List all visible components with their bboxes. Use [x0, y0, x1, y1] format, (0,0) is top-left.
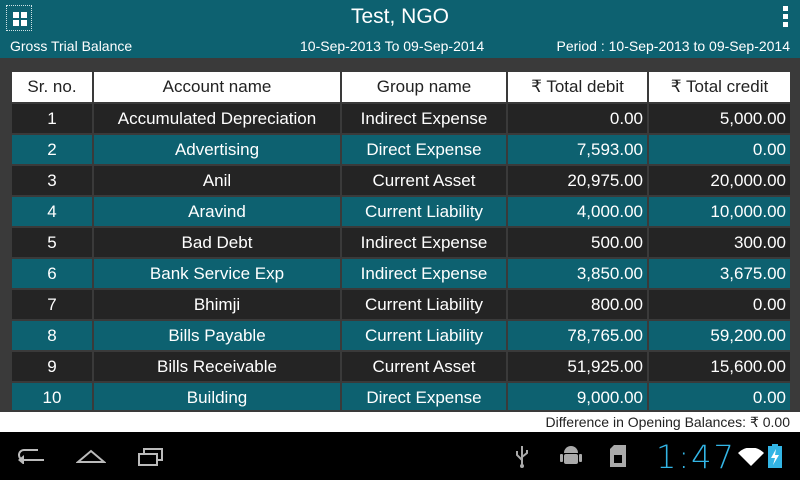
cell-group-name: Current Liability [340, 195, 508, 228]
table-row[interactable]: 6 Bank Service Exp Indirect Expense 3,850.0… [10, 257, 790, 290]
cell-total-credit: 5,000.00 [647, 102, 790, 135]
cell-sr-no: 9 [10, 350, 94, 383]
cell-sr-no: 5 [10, 226, 94, 259]
footer-bar: Difference in Opening Balances: ₹ 0.00 [0, 412, 800, 432]
cell-total-credit: 0.00 [647, 133, 790, 166]
home-icon[interactable] [76, 448, 106, 464]
usb-icon [516, 446, 528, 468]
report-date-range: 10-Sep-2013 To 09-Sep-2014 [300, 38, 485, 54]
cell-total-credit: 3,675.00 [647, 257, 790, 290]
cell-sr-no: 10 [10, 381, 94, 410]
column-header-total-credit[interactable]: ₹ Total credit [647, 70, 790, 104]
cell-total-debit: 3,850.00 [506, 257, 649, 290]
cell-account-name: Bills Payable [92, 319, 342, 352]
cell-total-debit: 51,925.00 [506, 350, 649, 383]
cell-account-name: Anil [92, 164, 342, 197]
trial-balance-table: Sr. no. Account name Group name ₹ Total … [10, 70, 790, 410]
table-row[interactable]: 3 Anil Current Asset 20,975.00 20,000.00 [10, 164, 790, 197]
table-header-row: Sr. no. Account name Group name ₹ Total … [10, 70, 790, 104]
cell-group-name: Indirect Expense [340, 102, 508, 135]
column-header-sr-no[interactable]: Sr. no. [10, 70, 94, 104]
cell-sr-no: 7 [10, 288, 94, 321]
cell-total-debit: 9,000.00 [506, 381, 649, 410]
table-row[interactable]: 9 Bills Receivable Current Asset 51,925.00 1… [10, 350, 790, 383]
wifi-icon [738, 448, 764, 466]
cell-total-debit: 4,000.00 [506, 195, 649, 228]
cell-sr-no: 1 [10, 102, 94, 135]
cell-sr-no: 2 [10, 133, 94, 166]
table-row[interactable]: 2 Advertising Direct Expense 7,593.00 0.00 [10, 133, 790, 166]
cell-account-name: Bad Debt [92, 226, 342, 259]
cell-total-debit: 7,593.00 [506, 133, 649, 166]
cell-account-name: Bills Receivable [92, 350, 342, 383]
cell-sr-no: 8 [10, 319, 94, 352]
report-period: Period : 10-Sep-2013 to 09-Sep-2014 [556, 38, 791, 54]
cell-total-debit: 20,975.00 [506, 164, 649, 197]
cell-total-credit: 15,600.00 [647, 350, 790, 383]
action-bar: Test, NGO Gross Trial Balance 10-Sep-201… [0, 0, 800, 58]
cell-total-credit: 0.00 [647, 288, 790, 321]
column-header-group-name[interactable]: Group name [340, 70, 508, 104]
cell-group-name: Indirect Expense [340, 257, 508, 290]
difference-in-opening-balances: Difference in Opening Balances: ₹ 0.00 [545, 414, 790, 430]
status-clock: 1:47 [656, 438, 736, 476]
cell-total-debit: 800.00 [506, 288, 649, 321]
table-row[interactable]: 10 Building Direct Expense 9,000.00 0.00 [10, 381, 790, 410]
trial-balance-table-container[interactable]: Sr. no. Account name Group name ₹ Total … [10, 70, 790, 410]
cell-total-credit: 20,000.00 [647, 164, 790, 197]
cell-group-name: Direct Expense [340, 133, 508, 166]
cell-group-name: Direct Expense [340, 381, 508, 410]
cell-group-name: Current Asset [340, 164, 508, 197]
cell-group-name: Indirect Expense [340, 226, 508, 259]
column-header-total-debit[interactable]: ₹ Total debit [506, 70, 649, 104]
cell-sr-no: 6 [10, 257, 94, 290]
cell-total-debit: 500.00 [506, 226, 649, 259]
cell-total-credit: 59,200.00 [647, 319, 790, 352]
cell-account-name: Accumulated Depreciation [92, 102, 342, 135]
column-header-account-name[interactable]: Account name [92, 70, 342, 104]
table-row[interactable]: 5 Bad Debt Indirect Expense 500.00 300.00 [10, 226, 790, 259]
android-debug-icon [560, 446, 582, 464]
cell-account-name: Building [92, 381, 342, 410]
sd-card-icon [610, 445, 626, 467]
cell-sr-no: 4 [10, 195, 94, 228]
cell-account-name: Advertising [92, 133, 342, 166]
cell-account-name: Bank Service Exp [92, 257, 342, 290]
cell-sr-no: 3 [10, 164, 94, 197]
cell-total-credit: 10,000.00 [647, 195, 790, 228]
cell-total-credit: 0.00 [647, 381, 790, 410]
cell-account-name: Bhimji [92, 288, 342, 321]
table-row[interactable]: 8 Bills Payable Current Liability 78,765.00… [10, 319, 790, 352]
company-title: Test, NGO [350, 5, 450, 28]
battery-charging-icon [768, 444, 782, 468]
system-navigation-bar: 1:47 [0, 432, 800, 480]
report-content: Sr. no. Account name Group name ₹ Total … [0, 58, 800, 432]
cell-group-name: Current Asset [340, 350, 508, 383]
report-name: Gross Trial Balance [10, 38, 133, 54]
cell-total-credit: 300.00 [647, 226, 790, 259]
cell-total-debit: 0.00 [506, 102, 649, 135]
table-row[interactable]: 4 Aravind Current Liability 4,000.00 10,000.… [10, 195, 790, 228]
recent-apps-icon[interactable] [138, 448, 164, 466]
back-icon[interactable] [16, 448, 46, 464]
overflow-menu-icon[interactable] [780, 6, 790, 32]
table-row[interactable]: 1 Accumulated Depreciation Indirect Expens… [10, 102, 790, 135]
cell-account-name: Aravind [92, 195, 342, 228]
table-row[interactable]: 7 Bhimji Current Liability 800.00 0.00 [10, 288, 790, 321]
cell-group-name: Current Liability [340, 319, 508, 352]
cell-total-debit: 78,765.00 [506, 319, 649, 352]
cell-group-name: Current Liability [340, 288, 508, 321]
